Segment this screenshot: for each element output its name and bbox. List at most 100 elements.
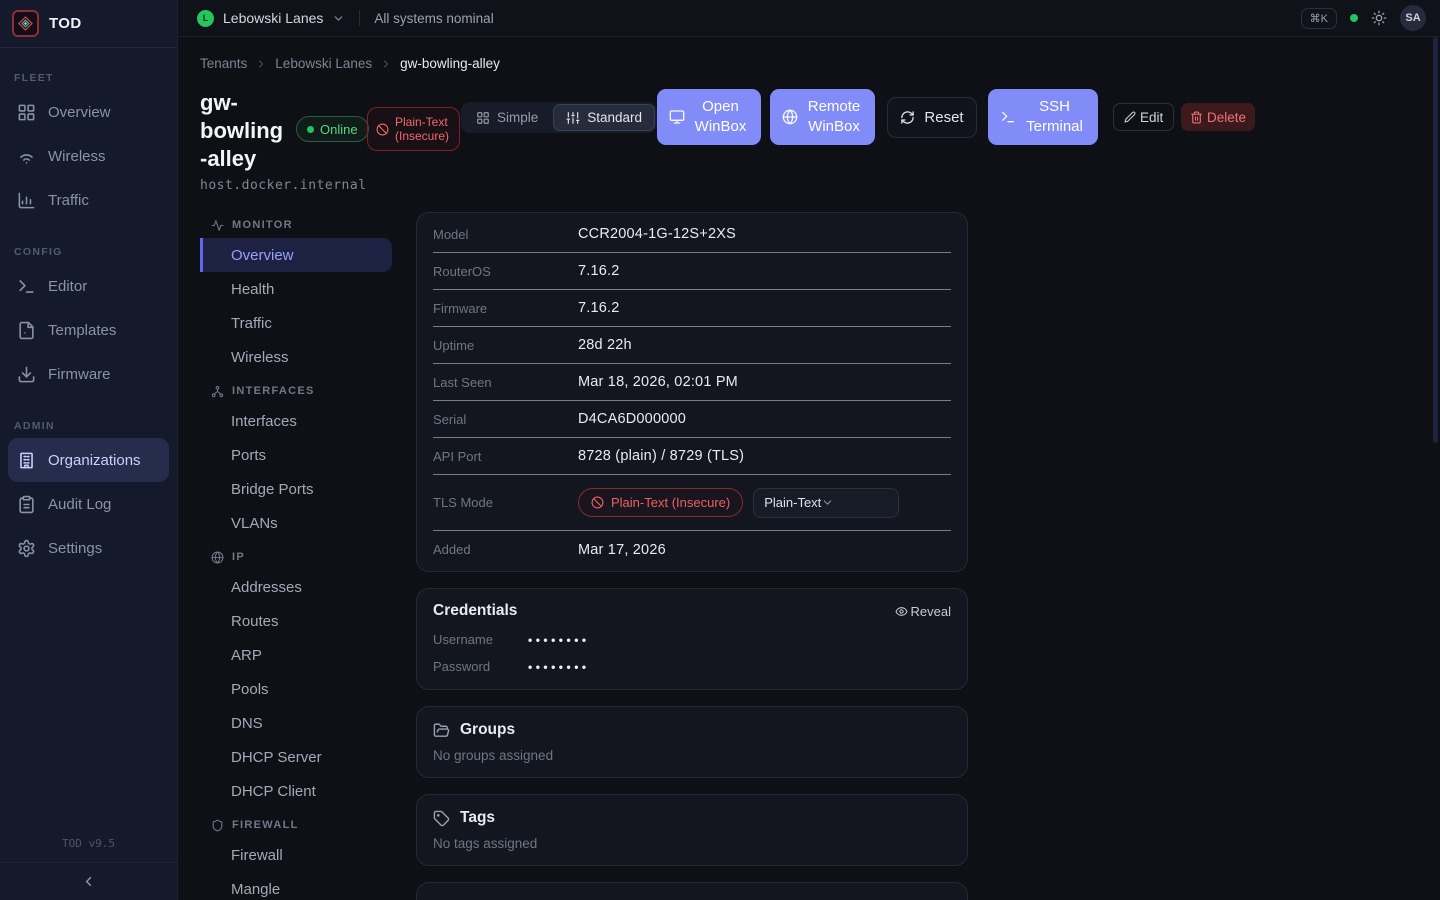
sidebar-item-settings[interactable]: Settings bbox=[8, 526, 169, 570]
subnav-item-mangle[interactable]: Mangle bbox=[200, 872, 392, 900]
tls-mode-select[interactable]: Plain-Text bbox=[753, 488, 899, 518]
monitor-icon bbox=[669, 109, 685, 125]
sidebar-item-organizations[interactable]: Organizations bbox=[8, 438, 169, 482]
chevron-down-icon bbox=[821, 496, 834, 509]
subnav-item-overview[interactable]: Overview bbox=[200, 238, 392, 272]
sidebar-item-label: Wireless bbox=[48, 148, 106, 165]
sidebar-section-fleet: FLEET bbox=[14, 72, 163, 84]
online-dot-icon bbox=[307, 126, 314, 133]
subnav-item-health[interactable]: Health bbox=[200, 272, 392, 306]
sidebar-item-templates[interactable]: Templates bbox=[8, 308, 169, 352]
delete-button[interactable]: Delete bbox=[1181, 103, 1255, 131]
connection-status-dot bbox=[1350, 14, 1358, 22]
download-icon bbox=[17, 365, 36, 384]
sidebar-item-label: Organizations bbox=[48, 452, 141, 469]
detail-row-added: Added Mar 17, 2026 bbox=[433, 531, 951, 568]
subnav-item-traffic[interactable]: Traffic bbox=[200, 306, 392, 340]
chevron-down-icon bbox=[332, 12, 345, 25]
ssh-terminal-button[interactable]: SSH Terminal bbox=[988, 89, 1098, 145]
toggle-standard[interactable]: Standard bbox=[553, 104, 655, 131]
subnav-item-dhcp-server[interactable]: DHCP Server bbox=[200, 740, 392, 774]
credentials-title: Credentials bbox=[433, 602, 517, 620]
tags-empty-text: No tags assigned bbox=[433, 836, 951, 851]
subnav-group-monitor: MONITOR bbox=[200, 212, 392, 238]
scrollbar[interactable] bbox=[1433, 37, 1438, 443]
subnav-group-ip: IP bbox=[200, 544, 392, 570]
subnav-item-dhcp-client[interactable]: DHCP Client bbox=[200, 774, 392, 808]
sidebar-item-traffic[interactable]: Traffic bbox=[8, 178, 169, 222]
tag-icon bbox=[433, 810, 450, 827]
detail-row-api-port: API Port 8728 (plain) / 8729 (TLS) bbox=[433, 438, 951, 475]
sidebar-item-label: Firmware bbox=[48, 366, 111, 383]
reveal-credentials-button[interactable]: Reveal bbox=[895, 604, 951, 619]
remote-winbox-button[interactable]: Remote WinBox bbox=[770, 89, 875, 145]
device-subnav: MONITOR Overview Health Traffic Wireless… bbox=[200, 212, 392, 900]
terminal-icon bbox=[17, 277, 36, 296]
subnav-item-wireless[interactable]: Wireless bbox=[200, 340, 392, 374]
globe-icon bbox=[782, 109, 798, 125]
subnav-item-dns[interactable]: DNS bbox=[200, 706, 392, 740]
breadcrumb-tenants[interactable]: Tenants bbox=[200, 56, 247, 71]
subnav-item-vlans[interactable]: VLANs bbox=[200, 506, 392, 540]
topbar: L Lebowski Lanes All systems nominal ⌘K … bbox=[178, 0, 1440, 37]
sidebar-item-editor[interactable]: Editor bbox=[8, 264, 169, 308]
app-logo-icon bbox=[12, 10, 39, 37]
subnav-group-firewall: FIREWALL bbox=[200, 812, 392, 838]
org-name: Lebowski Lanes bbox=[223, 10, 323, 26]
open-winbox-button[interactable]: Open WinBox bbox=[657, 89, 761, 145]
sidebar-item-overview[interactable]: Overview bbox=[8, 90, 169, 134]
terminal-icon bbox=[1000, 109, 1016, 125]
sidebar-item-audit-log[interactable]: Audit Log bbox=[8, 482, 169, 526]
sun-icon[interactable] bbox=[1371, 10, 1387, 26]
subnav-item-ports[interactable]: Ports bbox=[200, 438, 392, 472]
subnav-item-interfaces[interactable]: Interfaces bbox=[200, 404, 392, 438]
cards-column: Model CCR2004-1G-12S+2XS RouterOS 7.16.2… bbox=[416, 212, 968, 900]
wifi-icon bbox=[17, 147, 36, 166]
sidebar-item-label: Audit Log bbox=[48, 496, 111, 513]
chevron-right-icon bbox=[255, 58, 267, 70]
refresh-icon bbox=[900, 110, 915, 125]
subnav-item-routes[interactable]: Routes bbox=[200, 604, 392, 638]
sidebar-item-firmware[interactable]: Firmware bbox=[8, 352, 169, 396]
device-details-card: Model CCR2004-1G-12S+2XS RouterOS 7.16.2… bbox=[416, 212, 968, 572]
detail-row-routeros: RouterOS 7.16.2 bbox=[433, 253, 951, 290]
org-switcher[interactable]: L Lebowski Lanes bbox=[197, 10, 345, 27]
sidebar-section-config: CONFIG bbox=[14, 246, 163, 258]
org-avatar: L bbox=[197, 10, 214, 27]
app-version: TOD v9.5 bbox=[0, 829, 177, 862]
sidebar-collapse-button[interactable] bbox=[0, 862, 177, 900]
sidebar-section-admin: ADMIN bbox=[14, 420, 163, 432]
next-card-partial bbox=[416, 882, 968, 900]
user-avatar[interactable]: SA bbox=[1400, 5, 1426, 31]
edit-button[interactable]: Edit bbox=[1113, 103, 1174, 131]
device-header: gw-bowling-alley Online Plain-Text(Insec… bbox=[200, 89, 1430, 201]
chevron-left-icon bbox=[81, 874, 96, 889]
breadcrumb: Tenants Lebowski Lanes gw-bowling-alley bbox=[200, 56, 500, 71]
reset-button[interactable]: Reset bbox=[887, 97, 977, 138]
tags-card: Tags No tags assigned bbox=[416, 794, 968, 866]
sidebar-item-wireless[interactable]: Wireless bbox=[8, 134, 169, 178]
sidebar-item-label: Editor bbox=[48, 278, 87, 295]
app-logo-row: TOD bbox=[0, 0, 177, 48]
toggle-simple[interactable]: Simple bbox=[463, 104, 551, 131]
sidebar-item-label: Traffic bbox=[48, 192, 89, 209]
subnav-item-firewall[interactable]: Firewall bbox=[200, 838, 392, 872]
subnav-item-bridge-ports[interactable]: Bridge Ports bbox=[200, 472, 392, 506]
subnav-item-pools[interactable]: Pools bbox=[200, 672, 392, 706]
grid-icon bbox=[17, 103, 36, 122]
network-icon bbox=[211, 385, 224, 398]
credentials-card: Credentials Reveal Username •••••••• Pas… bbox=[416, 588, 968, 690]
grid-icon bbox=[476, 111, 490, 125]
sidebar-item-label: Overview bbox=[48, 104, 111, 121]
subnav-group-interfaces: INTERFACES bbox=[200, 378, 392, 404]
subnav-item-addresses[interactable]: Addresses bbox=[200, 570, 392, 604]
detail-row-firmware: Firmware 7.16.2 bbox=[433, 290, 951, 327]
view-mode-toggle: Simple Standard bbox=[461, 102, 657, 133]
eye-icon bbox=[895, 605, 908, 618]
subnav-item-arp[interactable]: ARP bbox=[200, 638, 392, 672]
globe-icon bbox=[211, 551, 224, 564]
command-palette-shortcut[interactable]: ⌘K bbox=[1301, 8, 1337, 29]
breadcrumb-org[interactable]: Lebowski Lanes bbox=[275, 56, 372, 71]
groups-title: Groups bbox=[460, 721, 515, 739]
sliders-icon bbox=[566, 111, 580, 125]
